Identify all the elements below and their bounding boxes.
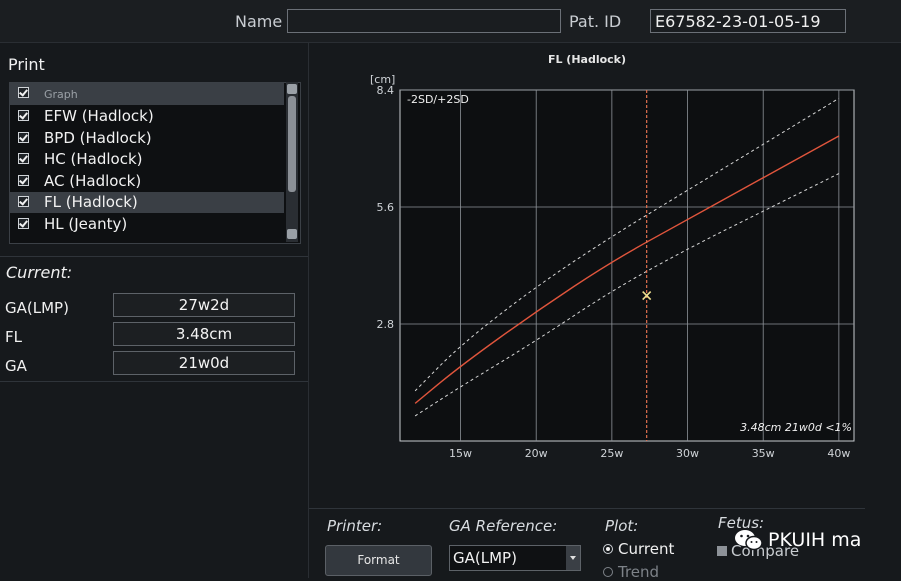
chart-title: FL (Hadlock) xyxy=(548,53,626,66)
header-bar: Name Pat. ID E67582-23-01-05-19 xyxy=(0,0,901,43)
chevron-down-icon-svg xyxy=(570,556,576,560)
ga-reference-select[interactable]: GA(LMP) xyxy=(449,545,581,571)
pat-id-field[interactable]: E67582-23-01-05-19 xyxy=(650,9,846,33)
param-label-ga-lmp: GA(LMP) xyxy=(5,299,69,317)
graph-item-label: EFW (Hadlock) xyxy=(44,107,154,125)
plot-trend-radio[interactable] xyxy=(603,567,613,577)
x-tick-label: 35w xyxy=(752,447,775,460)
graph-list-header-label: Graph xyxy=(44,88,78,101)
wechat-icon xyxy=(734,528,764,556)
graph-item-checkbox[interactable] xyxy=(18,174,29,186)
graph-list-item[interactable]: EFW (Hadlock) xyxy=(10,106,284,127)
name-label: Name xyxy=(235,12,283,31)
watermark-text: PKUIH ma xyxy=(768,529,862,551)
x-tick-label: 40w xyxy=(827,447,850,460)
select-all-checkbox[interactable] xyxy=(18,87,29,98)
graph-item-checkbox[interactable] xyxy=(18,196,29,207)
annotation-text: 3.48cm 21w0d <1% xyxy=(740,421,852,434)
scroll-up-arrow-icon[interactable] xyxy=(287,84,297,94)
ga-reference-label: GA Reference: xyxy=(449,517,558,535)
graph-list-item[interactable]: FL (Hadlock) xyxy=(10,192,284,213)
param-label-ga: GA xyxy=(5,357,27,375)
graph-item-label: FL (Hadlock) xyxy=(44,193,138,211)
x-tick-label: 25w xyxy=(600,447,623,460)
x-tick-label: 30w xyxy=(676,447,699,460)
graph-list-header[interactable]: Graph xyxy=(10,83,284,105)
legend-text: -2SD/+2SD xyxy=(407,93,469,106)
y-tick-label: 5.6 xyxy=(377,201,395,214)
x-tick-label: 20w xyxy=(525,447,548,460)
param-value-ga-lmp: 27w2d xyxy=(113,293,295,317)
graph-list[interactable]: Graph EFW (Hadlock) BPD (Hadlock) HC (Hadl… xyxy=(9,82,301,244)
y-tick-label: 2.8 xyxy=(377,318,395,331)
graph-list-item[interactable]: BPD (Hadlock) xyxy=(10,128,284,149)
graph-list-item[interactable]: HC (Hadlock) xyxy=(10,149,284,170)
plot-current-radio[interactable] xyxy=(603,544,613,554)
plot-trend-label: Trend xyxy=(618,563,660,581)
scroll-down-arrow-icon[interactable] xyxy=(287,229,297,239)
name-field[interactable] xyxy=(287,9,561,33)
graph-list-item[interactable]: HL (Jeanty) xyxy=(10,214,284,235)
printer-label: Printer: xyxy=(327,517,383,535)
graph-item-label: HC (Hadlock) xyxy=(44,150,143,168)
divider xyxy=(0,381,308,382)
current-title: Current: xyxy=(6,263,73,282)
graph-item-checkbox[interactable] xyxy=(18,217,29,229)
ga-reference-value: GA(LMP) xyxy=(453,549,517,567)
graph-item-label: AC (Hadlock) xyxy=(44,171,142,190)
plot-label: Plot: xyxy=(605,517,639,535)
graph-item-checkbox[interactable] xyxy=(18,131,29,143)
graph-item-checkbox[interactable] xyxy=(18,153,29,164)
scroll-thumb[interactable] xyxy=(288,96,296,192)
divider xyxy=(0,256,308,257)
y-axis-unit-label: [cm] xyxy=(370,73,395,86)
plot-frame xyxy=(399,89,855,442)
graph-item-label: HL (Jeanty) xyxy=(44,214,128,233)
compare-checkbox[interactable] xyxy=(717,546,727,556)
graph-list-scrollbar[interactable] xyxy=(286,82,298,242)
param-label-fl: FL xyxy=(5,328,22,346)
chart-svg: 15w 20w 25w 30w 35w 40w2.85.68.4FL (Hadlock)[… xyxy=(370,53,855,460)
x-tick-label: 15w xyxy=(449,447,472,460)
param-value-fl: 3.48cm xyxy=(113,322,295,346)
graph-item-checkbox[interactable] xyxy=(18,110,29,121)
plot-current-label: Current xyxy=(618,540,675,558)
param-value-ga: 21w0d xyxy=(113,351,295,375)
pat-id-label: Pat. ID xyxy=(569,12,622,31)
graph-list-item[interactable]: AC (Hadlock) xyxy=(10,171,284,192)
format-button[interactable]: Format xyxy=(325,545,432,576)
growth-chart: 15w 20w 25w 30w 35w 40w 2.8 5.6 8.4 FL (Hadlock)[… xyxy=(309,43,865,503)
wechat-icon-svg xyxy=(735,530,763,551)
graph-item-label: BPD (Hadlock) xyxy=(44,128,152,147)
print-title: Print xyxy=(8,55,45,74)
chevron-down-icon[interactable] xyxy=(566,546,580,570)
